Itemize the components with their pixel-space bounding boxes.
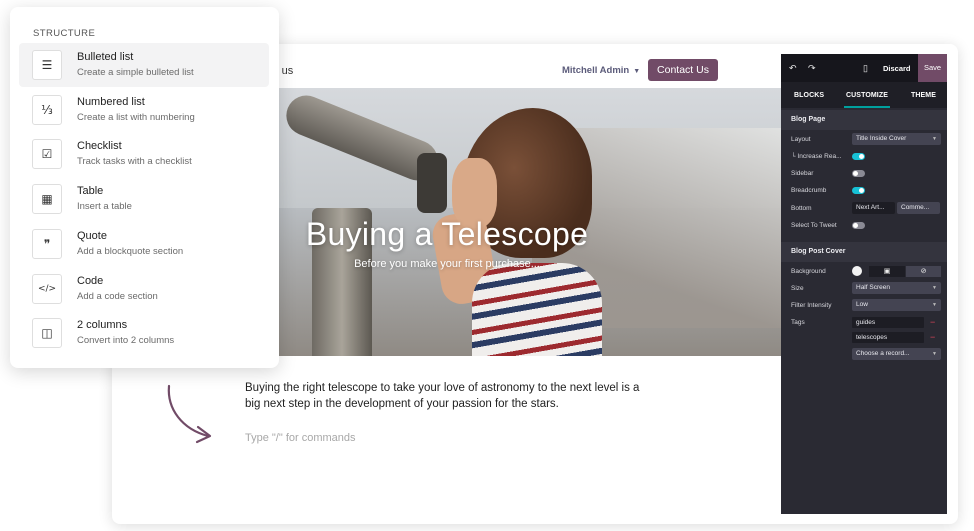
breadcrumb-toggle[interactable] xyxy=(852,187,865,194)
comments-button[interactable]: Comme... xyxy=(897,202,940,214)
command-title: Quote xyxy=(77,229,107,242)
editor-panel: ↶ ↷ ▯ Discard Save BLOCKS CUSTOMIZE THEM… xyxy=(781,54,947,514)
command-title: Code xyxy=(77,274,104,287)
command-title: Bulleted list xyxy=(77,51,134,63)
command-item[interactable]: ❞ Quote Add a blockquote section xyxy=(19,222,269,266)
command-item[interactable]: ▦ Table Insert a table xyxy=(19,177,269,221)
increase-readability-toggle[interactable] xyxy=(852,153,865,160)
command-menu: STRUCTURE ☰ Bulleted list Create a simple … xyxy=(10,7,279,368)
command-placeholder[interactable]: Type "/" for commands xyxy=(245,432,356,444)
tags-label: Tags xyxy=(791,319,805,326)
background-color-swatch[interactable] xyxy=(852,266,862,276)
toggle-knob xyxy=(859,154,864,159)
select-to-tweet-toggle[interactable] xyxy=(852,222,865,229)
command-description: Create a simple bulleted list xyxy=(77,67,194,78)
caret-down-icon: ▼ xyxy=(932,302,937,308)
active-tab-indicator xyxy=(844,106,890,108)
table-icon: ▦ xyxy=(32,184,62,215)
size-value: Half Screen xyxy=(856,284,890,291)
command-description: Add a blockquote section xyxy=(77,245,184,257)
increase-readability-label: └ Increase Rea... xyxy=(791,153,842,160)
tag-field[interactable]: telescopes xyxy=(852,332,924,343)
command-description: Add a code section xyxy=(77,290,158,302)
check-square-icon: ☑ xyxy=(32,139,62,170)
command-item[interactable]: </> Code Add a code section xyxy=(19,267,269,311)
sidebar-label: Sidebar xyxy=(791,170,814,177)
discard-button[interactable]: Discard xyxy=(883,64,911,73)
command-title: Table xyxy=(77,185,104,198)
remove-tag-icon[interactable]: − xyxy=(930,332,935,342)
list-ul-icon: ☰ xyxy=(32,50,62,80)
camera-icon[interactable]: ▣ xyxy=(869,266,905,277)
article-paragraph[interactable]: Buying the right telescope to take your … xyxy=(245,380,655,412)
command-title: Numbered list xyxy=(77,95,145,108)
choose-record-select[interactable]: Choose a record... ▼ xyxy=(852,348,941,360)
person-shirt xyxy=(472,263,602,356)
remove-tag-icon[interactable]: − xyxy=(930,317,935,327)
list-ol-icon: ⅓ xyxy=(32,94,62,125)
command-item[interactable]: ☑ Checklist Track tasks with a checklist xyxy=(19,132,269,176)
command-item[interactable]: ⅓ Numbered list Create a list with numberi… xyxy=(19,88,269,132)
save-button[interactable]: Save xyxy=(918,54,947,82)
columns-icon: ◫ xyxy=(32,318,62,349)
toggle-knob xyxy=(859,188,864,193)
user-name: Mitchell Admin xyxy=(562,65,630,76)
code-icon: </> xyxy=(32,273,62,304)
command-item[interactable]: ◫ 2 columns Convert into 2 columns xyxy=(19,311,269,355)
undo-icon[interactable]: ↶ xyxy=(789,63,797,74)
command-description: Track tasks with a checklist xyxy=(77,156,192,168)
telescope-eyepiece xyxy=(417,153,447,213)
caret-down-icon: ▼ xyxy=(932,285,937,291)
command-title: Checklist xyxy=(77,140,122,153)
toggle-knob xyxy=(853,171,858,176)
select-to-tweet-label: Select To Tweet xyxy=(791,222,837,229)
background-label: Background xyxy=(791,268,826,275)
size-select[interactable]: Half Screen ▼ xyxy=(852,282,941,294)
caret-down-icon: ▼ xyxy=(932,136,937,142)
tab-theme[interactable]: THEME xyxy=(911,92,936,99)
command-description: Create a list with numbering xyxy=(77,111,195,123)
caret-down-icon: ▼ xyxy=(633,68,641,75)
layout-select[interactable]: Title Inside Cover ▼ xyxy=(852,133,941,145)
sidebar-toggle[interactable] xyxy=(852,170,865,177)
bottom-label: Bottom xyxy=(791,205,812,212)
command-description: Insert a table xyxy=(77,201,132,213)
curved-arrow-icon xyxy=(167,384,212,444)
command-description: Convert into 2 columns xyxy=(77,335,175,347)
contact-us-button[interactable]: Contact Us xyxy=(648,59,718,81)
caret-down-icon: ▼ xyxy=(932,351,937,357)
toggle-knob xyxy=(853,223,858,228)
editor-tabs: BLOCKS CUSTOMIZE THEME xyxy=(781,82,947,108)
command-title: 2 columns xyxy=(77,319,128,332)
size-label: Size xyxy=(791,285,804,292)
filter-intensity-value: Low xyxy=(856,301,868,308)
tag-field[interactable]: guides xyxy=(852,317,924,328)
mobile-icon[interactable]: ▯ xyxy=(863,63,868,74)
layout-value: Title Inside Cover xyxy=(856,135,907,142)
user-menu[interactable]: Mitchell Admin ▼ xyxy=(562,65,640,76)
blog-post-cover-title: Blog Post Cover xyxy=(791,248,846,255)
command-item[interactable]: ☰ Bulleted list Create a simple bulleted l… xyxy=(19,43,269,87)
filter-intensity-label: Filter Intensity xyxy=(791,302,832,309)
choose-record-placeholder: Choose a record... xyxy=(856,350,910,357)
next-article-button[interactable]: Next Art... xyxy=(852,202,895,214)
editor-topbar: ↶ ↷ ▯ Discard Save xyxy=(781,54,947,82)
no-image-icon[interactable]: ⊘ xyxy=(906,266,941,277)
quote-icon: ❞ xyxy=(32,228,62,259)
tab-blocks[interactable]: BLOCKS xyxy=(794,92,824,99)
redo-icon[interactable]: ↷ xyxy=(808,63,816,74)
filter-intensity-select[interactable]: Low ▼ xyxy=(852,299,941,311)
tab-customize[interactable]: CUSTOMIZE xyxy=(846,92,888,99)
blog-page-title: Blog Page xyxy=(791,116,826,123)
breadcrumb-label: Breadcrumb xyxy=(791,187,827,194)
layout-label: Layout xyxy=(791,136,811,143)
command-menu-header: STRUCTURE xyxy=(33,28,96,39)
